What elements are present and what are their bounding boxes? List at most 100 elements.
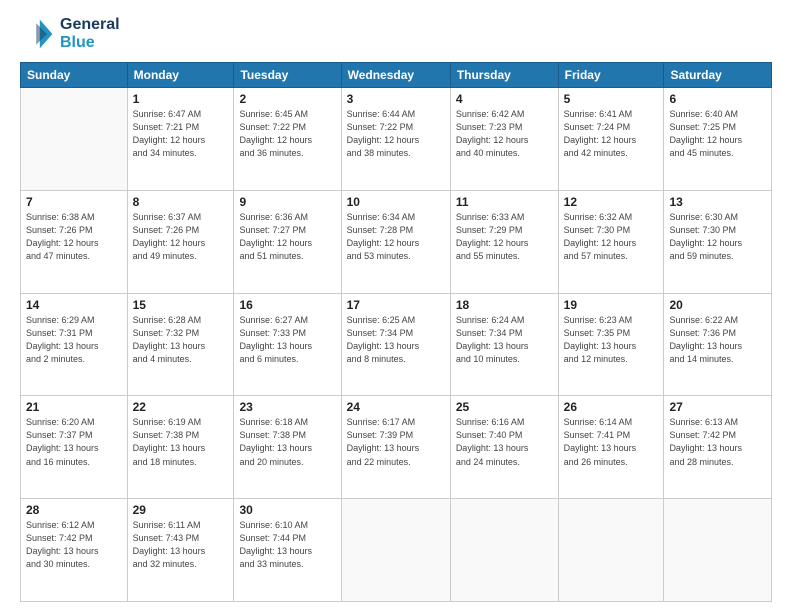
day-number: 17 bbox=[347, 298, 445, 312]
calendar-cell: 11 Sunrise: 6:33 AMSunset: 7:29 PMDayligh… bbox=[450, 190, 558, 293]
day-info: Sunrise: 6:42 AMSunset: 7:23 PMDaylight:… bbox=[456, 108, 553, 160]
day-info: Sunrise: 6:22 AMSunset: 7:36 PMDaylight:… bbox=[669, 314, 766, 366]
day-number: 16 bbox=[239, 298, 335, 312]
weekday-header-row: SundayMondayTuesdayWednesdayThursdayFrid… bbox=[21, 63, 772, 88]
day-info: Sunrise: 6:13 AMSunset: 7:42 PMDaylight:… bbox=[669, 416, 766, 468]
day-number: 9 bbox=[239, 195, 335, 209]
day-number: 24 bbox=[347, 400, 445, 414]
weekday-header-monday: Monday bbox=[127, 63, 234, 88]
day-info: Sunrise: 6:44 AMSunset: 7:22 PMDaylight:… bbox=[347, 108, 445, 160]
day-number: 30 bbox=[239, 503, 335, 517]
day-info: Sunrise: 6:23 AMSunset: 7:35 PMDaylight:… bbox=[564, 314, 659, 366]
day-number: 19 bbox=[564, 298, 659, 312]
calendar-cell: 16 Sunrise: 6:27 AMSunset: 7:33 PMDayligh… bbox=[234, 293, 341, 396]
calendar-cell: 12 Sunrise: 6:32 AMSunset: 7:30 PMDayligh… bbox=[558, 190, 664, 293]
day-info: Sunrise: 6:37 AMSunset: 7:26 PMDaylight:… bbox=[133, 211, 229, 263]
day-number: 10 bbox=[347, 195, 445, 209]
calendar-cell bbox=[341, 499, 450, 602]
day-number: 1 bbox=[133, 92, 229, 106]
calendar-cell: 4 Sunrise: 6:42 AMSunset: 7:23 PMDaylight… bbox=[450, 88, 558, 191]
day-number: 7 bbox=[26, 195, 122, 209]
day-number: 4 bbox=[456, 92, 553, 106]
calendar-cell: 26 Sunrise: 6:14 AMSunset: 7:41 PMDayligh… bbox=[558, 396, 664, 499]
calendar-cell: 6Sunrise: 6:40 AMSunset: 7:25 PMDaylight… bbox=[664, 88, 772, 191]
calendar-cell: 8Sunrise: 6:37 AMSunset: 7:26 PMDaylight… bbox=[127, 190, 234, 293]
weekday-header-tuesday: Tuesday bbox=[234, 63, 341, 88]
day-info: Sunrise: 6:20 AMSunset: 7:37 PMDaylight:… bbox=[26, 416, 122, 468]
calendar-cell: 5 Sunrise: 6:41 AMSunset: 7:24 PMDaylight… bbox=[558, 88, 664, 191]
calendar-cell: 21Sunrise: 6:20 AMSunset: 7:37 PMDayligh… bbox=[21, 396, 128, 499]
calendar-week-5: 28Sunrise: 6:12 AMSunset: 7:42 PMDayligh… bbox=[21, 499, 772, 602]
day-number: 29 bbox=[133, 503, 229, 517]
calendar-cell bbox=[664, 499, 772, 602]
day-number: 25 bbox=[456, 400, 553, 414]
day-info: Sunrise: 6:11 AMSunset: 7:43 PMDaylight:… bbox=[133, 519, 229, 571]
day-number: 22 bbox=[133, 400, 229, 414]
day-info: Sunrise: 6:29 AMSunset: 7:31 PMDaylight:… bbox=[26, 314, 122, 366]
calendar-week-3: 14 Sunrise: 6:29 AMSunset: 7:31 PMDayligh… bbox=[21, 293, 772, 396]
calendar-cell: 15Sunrise: 6:28 AMSunset: 7:32 PMDayligh… bbox=[127, 293, 234, 396]
day-number: 18 bbox=[456, 298, 553, 312]
weekday-header-saturday: Saturday bbox=[664, 63, 772, 88]
day-number: 20 bbox=[669, 298, 766, 312]
calendar-cell: 7 Sunrise: 6:38 AMSunset: 7:26 PMDaylight… bbox=[21, 190, 128, 293]
calendar-week-2: 7 Sunrise: 6:38 AMSunset: 7:26 PMDaylight… bbox=[21, 190, 772, 293]
day-info: Sunrise: 6:32 AMSunset: 7:30 PMDaylight:… bbox=[564, 211, 659, 263]
calendar-cell: 9 Sunrise: 6:36 AMSunset: 7:27 PMDaylight… bbox=[234, 190, 341, 293]
day-info: Sunrise: 6:18 AMSunset: 7:38 PMDaylight:… bbox=[239, 416, 335, 468]
day-info: Sunrise: 6:28 AMSunset: 7:32 PMDaylight:… bbox=[133, 314, 229, 366]
day-info: Sunrise: 6:30 AMSunset: 7:30 PMDaylight:… bbox=[669, 211, 766, 263]
day-number: 13 bbox=[669, 195, 766, 209]
day-number: 2 bbox=[239, 92, 335, 106]
day-number: 28 bbox=[26, 503, 122, 517]
weekday-header-thursday: Thursday bbox=[450, 63, 558, 88]
day-info: Sunrise: 6:33 AMSunset: 7:29 PMDaylight:… bbox=[456, 211, 553, 263]
day-number: 14 bbox=[26, 298, 122, 312]
page: General Blue SundayMondayTuesdayWednesda… bbox=[0, 0, 792, 612]
calendar-cell: 10 Sunrise: 6:34 AMSunset: 7:28 PMDayligh… bbox=[341, 190, 450, 293]
day-info: Sunrise: 6:25 AMSunset: 7:34 PMDaylight:… bbox=[347, 314, 445, 366]
day-info: Sunrise: 6:36 AMSunset: 7:27 PMDaylight:… bbox=[239, 211, 335, 263]
calendar-cell: 29 Sunrise: 6:11 AMSunset: 7:43 PMDayligh… bbox=[127, 499, 234, 602]
day-info: Sunrise: 6:47 AMSunset: 7:21 PMDaylight:… bbox=[133, 108, 229, 160]
calendar-cell: 2 Sunrise: 6:45 AMSunset: 7:22 PMDaylight… bbox=[234, 88, 341, 191]
calendar-cell: 22 Sunrise: 6:19 AMSunset: 7:38 PMDayligh… bbox=[127, 396, 234, 499]
header: General Blue bbox=[20, 16, 772, 52]
calendar-cell bbox=[558, 499, 664, 602]
calendar-week-4: 21Sunrise: 6:20 AMSunset: 7:37 PMDayligh… bbox=[21, 396, 772, 499]
day-number: 23 bbox=[239, 400, 335, 414]
calendar-cell: 18Sunrise: 6:24 AMSunset: 7:34 PMDayligh… bbox=[450, 293, 558, 396]
calendar-cell: 19 Sunrise: 6:23 AMSunset: 7:35 PMDayligh… bbox=[558, 293, 664, 396]
calendar-cell: 24 Sunrise: 6:17 AMSunset: 7:39 PMDayligh… bbox=[341, 396, 450, 499]
calendar-cell: 14 Sunrise: 6:29 AMSunset: 7:31 PMDayligh… bbox=[21, 293, 128, 396]
logo-icon bbox=[20, 16, 56, 52]
day-info: Sunrise: 6:45 AMSunset: 7:22 PMDaylight:… bbox=[239, 108, 335, 160]
logo: General Blue bbox=[20, 16, 120, 52]
calendar-cell: 27 Sunrise: 6:13 AMSunset: 7:42 PMDayligh… bbox=[664, 396, 772, 499]
day-info: Sunrise: 6:38 AMSunset: 7:26 PMDaylight:… bbox=[26, 211, 122, 263]
day-info: Sunrise: 6:16 AMSunset: 7:40 PMDaylight:… bbox=[456, 416, 553, 468]
logo-text: General Blue bbox=[60, 16, 120, 52]
day-info: Sunrise: 6:27 AMSunset: 7:33 PMDaylight:… bbox=[239, 314, 335, 366]
day-number: 26 bbox=[564, 400, 659, 414]
calendar-cell: 25 Sunrise: 6:16 AMSunset: 7:40 PMDayligh… bbox=[450, 396, 558, 499]
calendar-cell: 17 Sunrise: 6:25 AMSunset: 7:34 PMDayligh… bbox=[341, 293, 450, 396]
calendar-cell: 13 Sunrise: 6:30 AMSunset: 7:30 PMDayligh… bbox=[664, 190, 772, 293]
day-number: 5 bbox=[564, 92, 659, 106]
day-info: Sunrise: 6:40 AMSunset: 7:25 PMDaylight:… bbox=[669, 108, 766, 160]
calendar-cell: 23 Sunrise: 6:18 AMSunset: 7:38 PMDayligh… bbox=[234, 396, 341, 499]
calendar-cell: 30Sunrise: 6:10 AMSunset: 7:44 PMDayligh… bbox=[234, 499, 341, 602]
calendar-cell: 20 Sunrise: 6:22 AMSunset: 7:36 PMDayligh… bbox=[664, 293, 772, 396]
weekday-header-friday: Friday bbox=[558, 63, 664, 88]
day-info: Sunrise: 6:19 AMSunset: 7:38 PMDaylight:… bbox=[133, 416, 229, 468]
day-info: Sunrise: 6:34 AMSunset: 7:28 PMDaylight:… bbox=[347, 211, 445, 263]
day-number: 11 bbox=[456, 195, 553, 209]
calendar-cell: 1 Sunrise: 6:47 AMSunset: 7:21 PMDaylight… bbox=[127, 88, 234, 191]
day-info: Sunrise: 6:17 AMSunset: 7:39 PMDaylight:… bbox=[347, 416, 445, 468]
day-info: Sunrise: 6:41 AMSunset: 7:24 PMDaylight:… bbox=[564, 108, 659, 160]
weekday-header-sunday: Sunday bbox=[21, 63, 128, 88]
calendar-cell bbox=[450, 499, 558, 602]
day-number: 12 bbox=[564, 195, 659, 209]
day-number: 27 bbox=[669, 400, 766, 414]
day-info: Sunrise: 6:14 AMSunset: 7:41 PMDaylight:… bbox=[564, 416, 659, 468]
